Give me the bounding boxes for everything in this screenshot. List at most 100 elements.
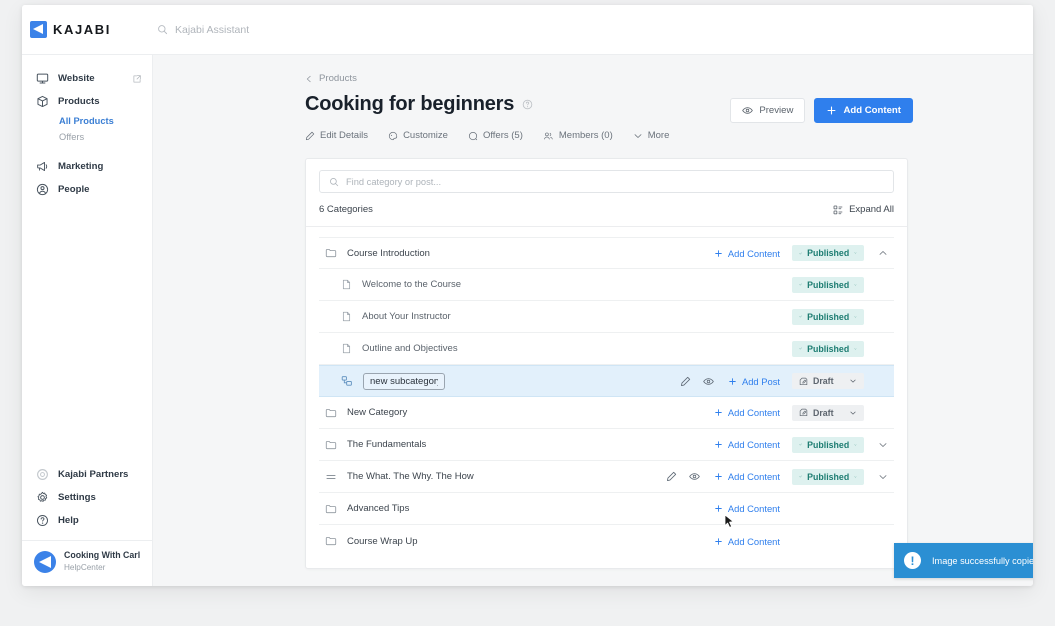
table-row[interactable]: Course Introduction Add Content Publishe…	[319, 237, 894, 269]
sidebar-subitem-offers[interactable]: Offers	[22, 129, 152, 145]
table-row[interactable]: New Category Add Content Draft	[319, 397, 894, 429]
status-label: Published	[807, 343, 850, 354]
folder-icon	[325, 535, 337, 547]
table-row[interactable]: Advanced Tips Add Content	[319, 493, 894, 525]
tag-icon	[468, 131, 478, 140]
monitor-icon	[36, 72, 49, 85]
table-row-editing[interactable]: Add Post Draft	[319, 365, 894, 397]
add-content-link[interactable]: Add Content	[714, 503, 780, 514]
sidebar-item-settings[interactable]: Settings	[22, 486, 152, 509]
sidebar-item-kajabi-partners[interactable]: Kajabi Partners	[22, 463, 152, 486]
table-row[interactable]: Outline and Objectives Published	[319, 333, 894, 365]
subcategory-name-input[interactable]	[363, 372, 445, 390]
assistant-placeholder: Kajabi Assistant	[175, 23, 250, 36]
row-title: The Fundamentals	[347, 439, 427, 450]
page-title: Cooking for beginners	[305, 93, 515, 115]
toast-message: Image successfully copied.	[932, 555, 1033, 566]
table-row[interactable]: Course Wrap Up Add Content	[319, 525, 894, 557]
plus-icon	[729, 377, 736, 385]
pencil-icon[interactable]	[666, 471, 677, 482]
preview-label: Preview	[759, 105, 794, 116]
expand-all-label: Expand All	[849, 204, 894, 215]
breadcrumb[interactable]: Products	[305, 73, 913, 84]
profile-subtitle: HelpCenter	[64, 562, 106, 572]
tab-members[interactable]: Members (0)	[543, 130, 613, 141]
expand-toggle[interactable]	[876, 440, 890, 450]
sidebar-item-marketing[interactable]: Marketing	[22, 155, 152, 178]
sidebar-item-people[interactable]: People	[22, 178, 152, 201]
drag-handle-icon[interactable]	[325, 471, 337, 483]
expand-icon	[833, 205, 843, 214]
add-content-link[interactable]: Add Content	[714, 248, 780, 259]
course-content-card: Find category or post... 6 Categories Ex…	[305, 158, 908, 569]
sidebar-item-products[interactable]: Products	[22, 90, 152, 113]
app-window: KAJABI Kajabi Assistant Website Products…	[22, 5, 1033, 586]
add-content-link[interactable]: Add Content	[714, 471, 780, 482]
table-row[interactable]: Welcome to the Course Published	[319, 269, 894, 301]
add-content-link[interactable]: Add Content	[714, 407, 780, 418]
status-badge[interactable]: Draft	[792, 404, 864, 421]
row-title: Outline and Objectives	[362, 343, 458, 354]
tab-more[interactable]: More	[633, 130, 670, 141]
chevron-down-icon	[854, 252, 857, 254]
sidebar-item-label: Kajabi Partners	[58, 469, 129, 481]
add-content-button[interactable]: Add Content	[814, 98, 913, 123]
sidebar-subitem-all-products[interactable]: All Products	[22, 113, 152, 129]
toast-info[interactable]: ! Image successfully copied. ✕	[894, 543, 1033, 578]
expand-all-button[interactable]: Expand All	[833, 204, 894, 215]
expand-toggle[interactable]	[876, 472, 890, 482]
kajabi-logo-icon	[30, 21, 47, 38]
row-title: New Category	[347, 407, 408, 418]
collapse-toggle[interactable]	[876, 248, 890, 258]
status-badge[interactable]: Published	[792, 468, 864, 485]
add-content-link[interactable]: Add Content	[714, 536, 780, 547]
external-link-icon[interactable]	[132, 74, 142, 84]
pencil-icon[interactable]	[680, 376, 691, 387]
assistant-search-input[interactable]: Kajabi Assistant	[157, 24, 249, 36]
tab-customize[interactable]: Customize	[388, 130, 448, 141]
tab-offers[interactable]: Offers (5)	[468, 130, 523, 141]
status-label: Published	[807, 279, 850, 290]
sidebar-item-website[interactable]: Website	[22, 67, 152, 90]
sidebar-item-help[interactable]: Help	[22, 509, 152, 532]
box-icon	[36, 95, 49, 108]
user-profile[interactable]: Cooking With Carl HelpCenter	[22, 540, 152, 582]
find-category-input[interactable]: Find category or post...	[319, 170, 894, 193]
status-badge[interactable]: Published	[792, 308, 864, 325]
megaphone-icon	[36, 160, 49, 173]
brand-name: KAJABI	[53, 22, 111, 37]
status-badge[interactable]: Published	[792, 340, 864, 357]
chevron-up-icon	[879, 251, 887, 255]
sidebar: Website Products All Products Offers Mar…	[22, 55, 153, 586]
question-circle-icon	[36, 514, 49, 527]
row-title: About Your Instructor	[362, 311, 451, 322]
eye-icon[interactable]	[703, 376, 714, 387]
plus-icon	[715, 409, 722, 416]
plus-icon	[715, 249, 722, 257]
table-row[interactable]: The What. The Why. The How Add Content P…	[319, 461, 894, 493]
status-badge[interactable]: Published	[792, 245, 864, 261]
status-badge[interactable]: Published	[792, 276, 864, 293]
table-row[interactable]: About Your Instructor Published	[319, 301, 894, 333]
eye-icon	[742, 107, 754, 114]
question-circle-icon[interactable]	[522, 99, 533, 110]
tab-label: More	[647, 130, 670, 141]
sidebar-item-label: Marketing	[58, 161, 104, 172]
preview-button[interactable]: Preview	[730, 98, 806, 123]
check-icon	[799, 283, 802, 286]
add-post-link[interactable]: Add Post	[728, 376, 780, 387]
tab-edit-details[interactable]: Edit Details	[305, 130, 368, 141]
status-badge[interactable]: Published	[792, 436, 864, 453]
top-bar: KAJABI Kajabi Assistant	[22, 5, 1033, 55]
subcategory-icon	[341, 375, 353, 387]
folder-icon	[325, 503, 337, 515]
eye-icon[interactable]	[689, 471, 700, 482]
row-title: Course Introduction	[347, 247, 430, 259]
profile-name: Cooking With Carl	[64, 550, 141, 561]
table-row[interactable]: The Fundamentals Add Content Published	[319, 429, 894, 461]
brand-logo[interactable]: KAJABI	[22, 21, 132, 38]
status-badge[interactable]: Draft	[792, 373, 864, 389]
search-icon	[158, 25, 168, 35]
add-content-link[interactable]: Add Content	[714, 439, 780, 450]
main-content: Products Cooking for beginners Edit Deta…	[153, 55, 1033, 586]
